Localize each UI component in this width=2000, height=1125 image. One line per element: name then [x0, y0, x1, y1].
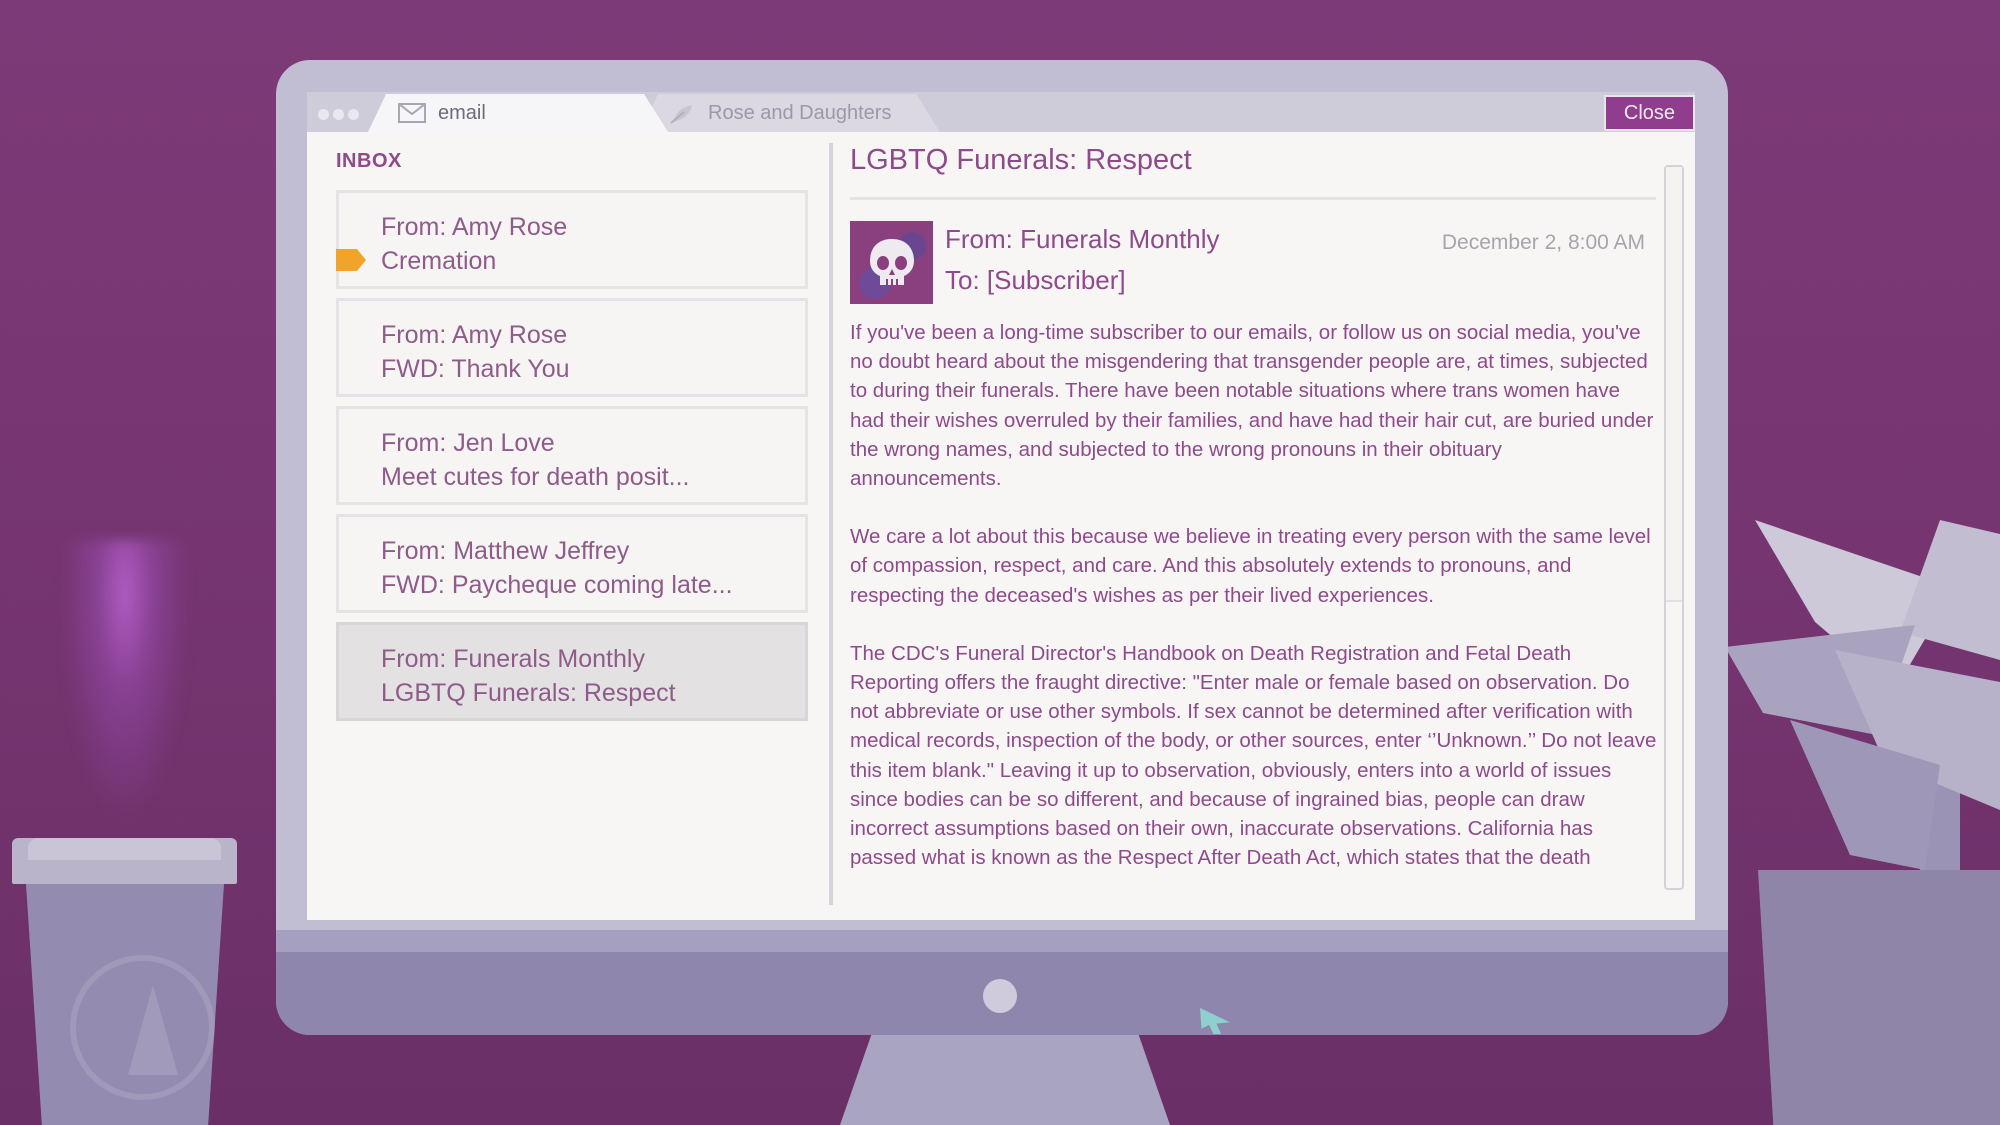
message-subject: LGBTQ Funerals: Respect	[850, 144, 1192, 176]
mail-from: From: Amy Rose	[381, 321, 568, 349]
mail-subject: FWD: Thank You	[381, 355, 570, 383]
inbox-list: From: Amy Rose Cremation From: Amy Rose …	[336, 190, 808, 730]
sender-avatar	[850, 221, 933, 304]
message-paragraph: We care a lot about this because we beli…	[850, 525, 1651, 607]
mail-from: From: Amy Rose	[381, 213, 568, 241]
pane-divider[interactable]	[829, 143, 833, 905]
mail-from: From: Funerals Monthly	[381, 645, 645, 673]
tab-label: Rose and Daughters	[708, 101, 892, 124]
coffee-steam	[55, 540, 195, 840]
subject-divider	[850, 197, 1656, 200]
envelope-icon	[398, 103, 426, 123]
inbox-item-lgbtq-funerals[interactable]: From: Funerals Monthly LGBTQ Funerals: R…	[336, 622, 808, 721]
window-controls[interactable]	[318, 109, 359, 120]
message-paragraph: The CDC's Funeral Director's Handbook on…	[850, 641, 1657, 870]
message-from: From: Funerals Monthly	[945, 224, 1220, 254]
inbox-item-meet-cutes[interactable]: From: Jen Love Meet cutes for death posi…	[336, 406, 808, 505]
mail-subject: LGBTQ Funerals: Respect	[381, 679, 676, 707]
leaf-icon	[670, 105, 692, 124]
message-to: To: [Subscriber]	[945, 265, 1126, 295]
skull-icon	[869, 238, 914, 285]
mail-subject: FWD: Paycheque coming late...	[381, 571, 733, 599]
power-button[interactable]	[983, 979, 1017, 1013]
tab-rose-and-daughters[interactable]: Rose and Daughters	[640, 94, 940, 132]
mail-subject: Cremation	[381, 247, 497, 275]
message-body[interactable]: If you've been a long-time subscriber to…	[850, 318, 1658, 900]
scrollbar-thumb[interactable]	[1666, 167, 1682, 602]
message-paragraph: If you've been a long-time subscriber to…	[850, 321, 1654, 491]
tab-email[interactable]: email	[368, 94, 668, 132]
window-dot-icon[interactable]	[318, 109, 329, 120]
inbox-item-cremation[interactable]: From: Amy Rose Cremation	[336, 190, 808, 289]
tab-label: email	[438, 101, 486, 124]
coffee-cup-lid-top	[28, 838, 221, 860]
inbox-item-thank-you[interactable]: From: Amy Rose FWD: Thank You	[336, 298, 808, 397]
window-dot-icon[interactable]	[333, 109, 344, 120]
tag-icon	[336, 249, 366, 271]
inbox-heading: INBOX	[336, 150, 402, 172]
monitor-stand	[840, 1030, 1170, 1125]
message-date: December 2, 8:00 AM	[1441, 231, 1645, 254]
window-dot-icon[interactable]	[348, 109, 359, 120]
mail-subject: Meet cutes for death posit...	[381, 463, 690, 491]
inbox-item-paycheque[interactable]: From: Matthew Jeffrey FWD: Paycheque com…	[336, 514, 808, 613]
mail-from: From: Matthew Jeffrey	[381, 537, 630, 565]
close-button[interactable]: Close	[1604, 95, 1695, 131]
plant-pot	[1758, 870, 2000, 1125]
mail-from: From: Jen Love	[381, 429, 555, 457]
